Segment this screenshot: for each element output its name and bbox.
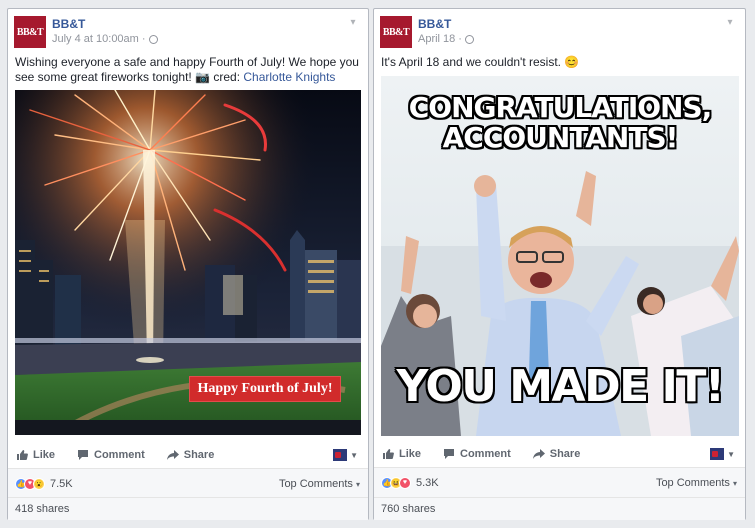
meme-top-caption: CONGRATULATIONS, ACCOUNTANTS!: [381, 93, 739, 153]
top-comments-dropdown[interactable]: Top Comments ▾: [279, 478, 360, 490]
post-photo-meme[interactable]: CONGRATULATIONS, ACCOUNTANTS! YOU MADE I…: [381, 76, 739, 436]
share-count[interactable]: 760 shares: [374, 497, 745, 520]
comment-button[interactable]: Comment: [443, 448, 511, 460]
meme-top-line-2: ACCOUNTANTS!: [442, 121, 679, 154]
reactions-bar: 👍 😆 ♥ 5.3K Top Comments ▾: [374, 467, 745, 497]
reactions-bar: 👍 ♥ 😮 7.5K Top Comments ▾: [8, 468, 368, 498]
page-name-link[interactable]: BB&T: [52, 17, 85, 31]
post-message: Wishing everyone a safe and happy Fourth…: [15, 55, 361, 85]
photo-credit-link[interactable]: Charlotte Knights: [243, 70, 335, 84]
comment-icon: [444, 449, 455, 459]
post-timestamp[interactable]: April 18: [418, 33, 455, 45]
post-message: It's April 18 and we couldn't resist. 😊: [381, 55, 580, 69]
post-actions-bar: Like Comment Share ▼: [8, 442, 368, 468]
chevron-down-icon: ▾: [355, 479, 360, 489]
comment-button[interactable]: Comment: [77, 449, 145, 461]
identity-avatar: [710, 448, 725, 460]
like-label: Like: [399, 448, 422, 460]
facebook-post-fourth-of-july: BB&T BB&T July 4 at 10:00am · ▾ Wishing …: [7, 8, 369, 520]
avatar-logo-text: BB&T: [382, 26, 410, 38]
shares-label: 418 shares: [15, 503, 70, 515]
reaction-icons[interactable]: 👍 ♥ 😮: [15, 477, 45, 490]
identity-avatar: [333, 449, 348, 461]
globe-icon: [464, 34, 474, 44]
page-avatar[interactable]: BB&T: [380, 16, 412, 48]
chevron-down-icon: ▼: [350, 450, 358, 460]
share-label: Share: [183, 449, 215, 461]
avatar-logo-text: BB&T: [16, 26, 44, 38]
like-button[interactable]: Like: [382, 448, 421, 460]
share-icon: [532, 449, 545, 459]
wow-reaction-icon: 😮: [33, 477, 45, 490]
page-avatar[interactable]: BB&T: [14, 16, 46, 48]
post-photo-fireworks[interactable]: Happy Fourth of July!: [15, 90, 361, 435]
reaction-count[interactable]: 7.5K: [50, 478, 73, 490]
share-label: Share: [549, 448, 581, 460]
meme-bottom-caption: YOU MADE IT!: [396, 361, 725, 412]
post-timestamp[interactable]: July 4 at 10:00am: [52, 33, 139, 45]
like-label: Like: [33, 449, 56, 461]
image-caption-banner: Happy Fourth of July!: [190, 377, 340, 401]
share-button[interactable]: Share: [532, 448, 581, 460]
comment-label: Comment: [460, 448, 511, 460]
shares-label: 760 shares: [381, 503, 436, 515]
post-meta: July 4 at 10:00am ·: [52, 33, 158, 45]
chevron-down-icon: ▼: [727, 449, 735, 459]
thumbs-up-icon: [17, 450, 28, 460]
chevron-down-icon[interactable]: ▾: [346, 17, 360, 28]
share-count[interactable]: 418 shares: [8, 497, 368, 520]
thumbs-up-icon: [383, 449, 394, 459]
share-button[interactable]: Share: [166, 449, 215, 461]
post-meta: April 18 ·: [418, 33, 474, 45]
chevron-down-icon: ▾: [732, 478, 737, 488]
share-icon: [166, 450, 179, 460]
facebook-post-accountants: BB&T BB&T April 18 · ▾ It's April 18 and…: [373, 8, 746, 520]
post-as-selector[interactable]: ▼: [710, 448, 735, 460]
post-as-selector[interactable]: ▼: [333, 449, 358, 461]
page-name-link[interactable]: BB&T: [418, 17, 451, 31]
reaction-count[interactable]: 5.3K: [416, 477, 439, 489]
chevron-down-icon[interactable]: ▾: [723, 17, 737, 28]
comment-label: Comment: [94, 449, 145, 461]
like-button[interactable]: Like: [16, 449, 55, 461]
meme-top-line-1: CONGRATULATIONS,: [408, 91, 713, 124]
top-comments-label: Top Comments: [278, 477, 353, 490]
love-reaction-icon: ♥: [399, 476, 411, 489]
globe-icon: [148, 34, 158, 44]
top-comments-dropdown[interactable]: Top Comments ▾: [656, 477, 737, 489]
top-comments-label: Top Comments: [655, 476, 730, 489]
reaction-icons[interactable]: 👍 😆 ♥: [381, 476, 411, 489]
comment-icon: [78, 450, 89, 460]
post-actions-bar: Like Comment Share ▼: [374, 441, 745, 467]
